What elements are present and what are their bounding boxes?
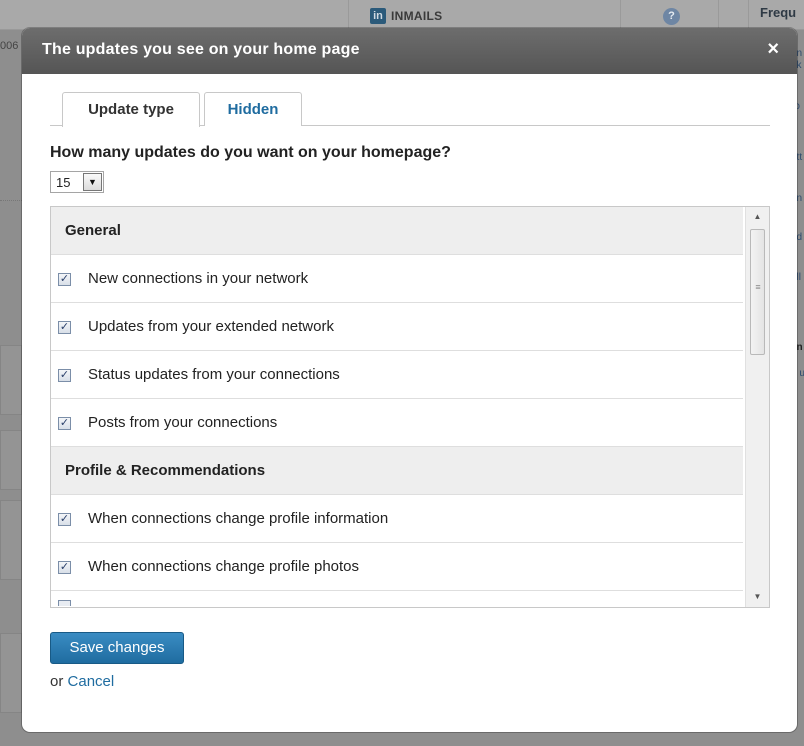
close-icon[interactable]: × xyxy=(767,39,779,59)
list-item-partial xyxy=(51,591,743,607)
cancel-prefix: or xyxy=(50,673,64,690)
group-header-general: General xyxy=(51,207,743,255)
list-scrollbar[interactable]: ▲ ≡ ▼ xyxy=(745,207,769,607)
update-count-value: 15 xyxy=(56,175,71,190)
scroll-up-icon[interactable]: ▲ xyxy=(746,207,769,227)
update-count-select[interactable]: 15 ▼ xyxy=(50,171,104,193)
tab-update-type[interactable]: Update type xyxy=(62,92,200,127)
chevron-down-icon[interactable]: ▼ xyxy=(83,173,102,191)
tab-hidden[interactable]: Hidden xyxy=(204,92,302,126)
checkbox-posts[interactable]: ✓ xyxy=(58,417,71,430)
checkbox-extended-network[interactable]: ✓ xyxy=(58,321,71,334)
list-item: ✓ Updates from your extended network xyxy=(51,303,743,351)
toolbar-divider xyxy=(620,0,621,30)
list-item: ✓ When connections change profile photos xyxy=(51,543,743,591)
background-panel xyxy=(0,430,22,490)
grip-icon: ≡ xyxy=(755,282,761,292)
list-item: ✓ Status updates from your connections xyxy=(51,351,743,399)
toolbar-divider xyxy=(718,0,719,30)
group-header-profile: Profile & Recommendations xyxy=(51,447,743,495)
checkbox-profile-info[interactable]: ✓ xyxy=(58,513,71,526)
linkedin-icon: in xyxy=(370,8,386,24)
cancel-line: or Cancel xyxy=(50,673,114,690)
list-item: ✓ New connections in your network xyxy=(51,255,743,303)
checkbox-new-connections[interactable]: ✓ xyxy=(58,273,71,286)
list-item-label: New connections in your network xyxy=(88,270,309,287)
list-item: ✓ When connections change profile inform… xyxy=(51,495,743,543)
cancel-link[interactable]: Cancel xyxy=(68,673,115,690)
list-item-label: Status updates from your connections xyxy=(88,366,340,383)
update-types-list: General ✓ New connections in your networ… xyxy=(50,206,770,608)
checkbox-profile-photos[interactable]: ✓ xyxy=(58,561,71,574)
updates-settings-dialog: The updates you see on your home page × … xyxy=(22,28,797,732)
group-title: General xyxy=(65,222,121,239)
background-panel xyxy=(0,345,22,415)
background-divider xyxy=(0,200,22,201)
save-changes-button[interactable]: Save changes xyxy=(50,632,184,664)
toolbar-divider xyxy=(748,0,749,30)
background-panel xyxy=(0,633,22,713)
help-icon: ? xyxy=(663,8,680,25)
list-item-label: When connections change profile informat… xyxy=(88,510,389,527)
background-toolbar: in INMAILS ? Frequ xyxy=(0,0,804,30)
inmails-label: INMAILS xyxy=(391,9,443,23)
background-panel xyxy=(0,500,22,580)
checkbox-partial[interactable] xyxy=(58,600,71,606)
list-item-label: Updates from your extended network xyxy=(88,318,334,335)
dialog-title: The updates you see on your home page xyxy=(42,41,360,58)
list-item-label: When connections change profile photos xyxy=(88,558,360,575)
toolbar-divider xyxy=(348,0,349,30)
update-count-question: How many updates do you want on your hom… xyxy=(50,144,451,161)
checkbox-status-updates[interactable]: ✓ xyxy=(58,369,71,382)
scroll-down-icon[interactable]: ▼ xyxy=(746,587,769,607)
background-left-text: 006 xyxy=(0,40,19,52)
group-title: Profile & Recommendations xyxy=(65,462,266,479)
dialog-header: The updates you see on your home page × xyxy=(22,28,797,74)
scrollbar-thumb[interactable]: ≡ xyxy=(750,229,765,355)
update-types-list-content: General ✓ New connections in your networ… xyxy=(51,207,743,607)
list-item: ✓ Posts from your connections xyxy=(51,399,743,447)
frequency-label: Frequ xyxy=(760,5,797,20)
list-item-label: Posts from your connections xyxy=(88,414,278,431)
